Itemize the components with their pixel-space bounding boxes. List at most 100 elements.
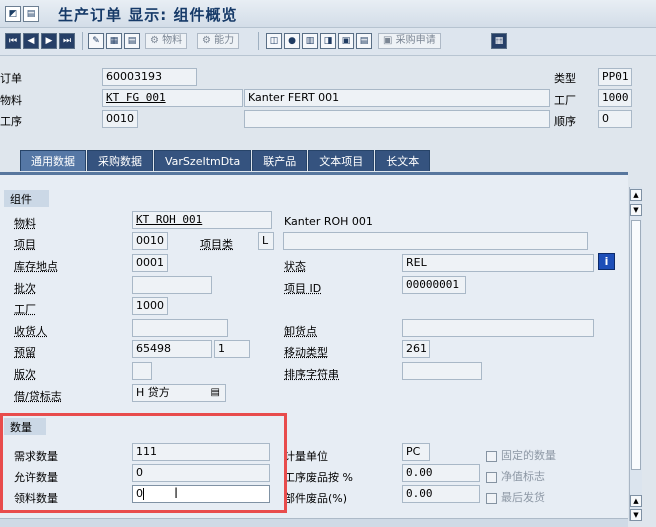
toolbar-separator [82,32,83,50]
sequence-field: 0 [598,110,632,128]
storage-location-label: 库存地点 [14,260,58,273]
overview-icon[interactable]: ▦ [491,33,507,49]
purchase-request-button[interactable]: ▣ 采购申请 [378,33,441,49]
version-field [132,362,152,380]
scroll-thumb[interactable] [631,220,641,470]
item-id-label: 项目 ID [284,282,322,295]
window-icon: ◩ ▤ [5,6,39,22]
sequence-label: 顺序 [554,115,576,128]
reservation-field: 65498 [132,340,212,358]
scroll-down-page-icon[interactable]: ▼ [630,204,642,216]
bom-icon[interactable]: ▥ [302,33,318,49]
highlight-frame [0,413,287,513]
status-label: 状态 [284,260,306,273]
plant-field: 1000 [598,89,632,107]
tab-strip: 通用数据 采购数据 VarSzeItmDta 联产品 文本项目 长文本 [20,150,431,172]
item-category-field: L [258,232,274,250]
type-field: PP01 [598,68,632,86]
fixed-qty-label: 固定的数量 [501,449,556,462]
component-material-field: KT ROH 001 [132,211,272,229]
component-scrap-label: 部件废品(%) [284,492,348,505]
tab-long-text[interactable]: 长文本 [375,150,431,171]
unloading-point-field [402,319,594,337]
components-icon[interactable]: ◫ [266,33,282,49]
tab-var-size-item-data[interactable]: VarSzeItmDta [154,150,252,171]
material-button-label: 物料 [162,35,183,46]
capacity-button-label: 能力 [214,35,235,46]
material-toolbar-button[interactable]: ⚙ 物料 [145,33,188,49]
value-help-icon[interactable]: ▤ [211,385,220,401]
scroll-up-icon[interactable]: ▲ [630,189,642,201]
application-toolbar: ⏮ ◀ ▶ ⏭ ✎ ▦ ▤ ⚙ 物料 ⚙ 能力 ◫ ● ▥ ◨ ▣ ▤ ▣ 采购… [0,28,656,56]
receiving-point-label: 收货人 [14,325,47,338]
net-indicator-checkbox[interactable]: 净值标志 [486,468,545,484]
component-scrap-field: 0.00 [402,485,480,503]
component-plant-label: 工厂 [14,303,36,316]
graphic-icon[interactable]: ✎ [88,33,104,49]
batch-field [132,276,212,294]
capacity-toolbar-button[interactable]: ⚙ 能力 [197,33,240,49]
fixed-qty-checkbox[interactable]: 固定的数量 [486,447,556,463]
batch-label: 批次 [14,282,36,295]
checkbox-icon [486,471,497,483]
plant-label: 工厂 [554,94,576,107]
checkbox-icon [486,492,497,504]
component-material-label: 物料 [14,217,36,230]
text-icon[interactable]: ▤ [356,33,372,49]
checkbox-icon [486,450,497,462]
item-field: 0010 [132,232,168,250]
component-group-title: 组件 [4,190,49,207]
previous-page-button[interactable]: ◀ [23,33,39,49]
header-material-field: KT FG 001 [102,89,243,107]
operation-description-field [244,110,550,128]
tab-general-data[interactable]: 通用数据 [20,150,86,171]
first-page-button[interactable]: ⏮ [5,33,21,49]
page-title: 生产订单 显示: 组件概览 [58,6,238,24]
sort-string-field [402,362,482,380]
unit-field: PC [402,443,430,461]
tab-item-text[interactable]: 文本项目 [308,150,375,171]
unloading-point-label: 卸货点 [284,325,317,338]
detail-icon[interactable]: ▤ [124,33,140,49]
operation-icon[interactable]: ◨ [320,33,336,49]
reservation-label: 预留 [14,346,36,359]
scroll-down-icon[interactable]: ▼ [630,509,642,521]
movement-type-field: 261 [402,340,430,358]
component-plant-field: 1000 [132,297,168,315]
header-material-description: Kanter FERT 001 [244,89,550,107]
debit-credit-field[interactable]: H 贷方 ▤ [132,384,226,402]
version-label: 版次 [14,368,36,381]
item-id-field: 00000001 [402,276,466,294]
last-page-button[interactable]: ⏭ [59,33,75,49]
operation-field: 0010 [102,110,138,128]
debit-credit-label: 借/贷标志 [14,390,62,403]
debit-credit-value: H 贷方 [136,386,170,399]
info-icon[interactable]: i [598,253,615,270]
movement-type-label: 移动类型 [284,346,328,359]
copy-icon[interactable]: ▦ [106,33,122,49]
final-issue-checkbox[interactable]: 最后发货 [486,489,545,505]
status-field: REL [402,254,594,272]
scroll-up-page-icon[interactable]: ▲ [630,495,642,507]
operation-scrap-field: 0.00 [402,464,480,482]
storage-location-field: 0001 [132,254,168,272]
next-page-button[interactable]: ▶ [41,33,57,49]
receiving-point-field [132,319,228,337]
vertical-scrollbar[interactable]: ▲ ▼ ▲ ▼ [629,187,642,521]
document-icon[interactable]: ▣ [338,33,354,49]
reservation-item-field: 1 [214,340,250,358]
item-label: 项目 [14,238,36,251]
header-material-label: 物料 [0,94,22,107]
item-text-field [283,232,588,250]
tab-purchasing-data[interactable]: 采购数据 [87,150,153,171]
horizontal-divider [0,518,628,527]
item-category-label: 项目类 [200,238,233,251]
type-label: 类型 [554,72,576,85]
status-icon[interactable]: ● [284,33,300,49]
document-icon: ▤ [23,6,39,22]
purchase-request-label: 采购申请 [395,35,436,46]
tab-co-products[interactable]: 联产品 [252,150,308,171]
order-field: 60003193 [102,68,197,86]
sort-string-label: 排序字符串 [284,368,339,381]
toolbar-separator [258,32,259,50]
